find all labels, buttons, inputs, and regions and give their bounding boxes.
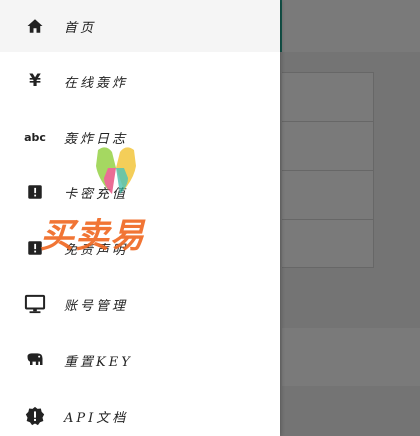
nav-label: 在线轰炸 (64, 75, 129, 91)
abc-icon: abc (24, 130, 46, 144)
elephant-icon (24, 349, 46, 371)
yen-icon: ¥ (29, 71, 41, 91)
nav-label: 重置KEY (64, 354, 133, 370)
home-icon (24, 15, 46, 37)
alert-badge-icon (24, 405, 46, 427)
navigation-drawer: 首页 ¥ 在线轰炸 abc 轰炸日志 卡密充值 免责声明 账号管理 重置KEY (0, 0, 280, 436)
alert-box-icon (24, 181, 46, 203)
watermark-logo-icon (96, 147, 136, 194)
nav-item-reset-key[interactable]: 重置KEY (0, 334, 280, 386)
nav-item-home[interactable]: 首页 (0, 0, 280, 52)
nav-item-api-docs[interactable]: API文档 (0, 390, 280, 436)
nav-label: 账号管理 (64, 298, 129, 314)
nav-label: API文档 (64, 410, 129, 426)
monitor-icon (24, 293, 46, 315)
nav-item-online-bomb[interactable]: ¥ 在线轰炸 (0, 55, 280, 107)
watermark-text: 买卖易 (40, 216, 145, 256)
nav-item-account-management[interactable]: 账号管理 (0, 278, 280, 330)
nav-label: 首页 (64, 20, 97, 36)
